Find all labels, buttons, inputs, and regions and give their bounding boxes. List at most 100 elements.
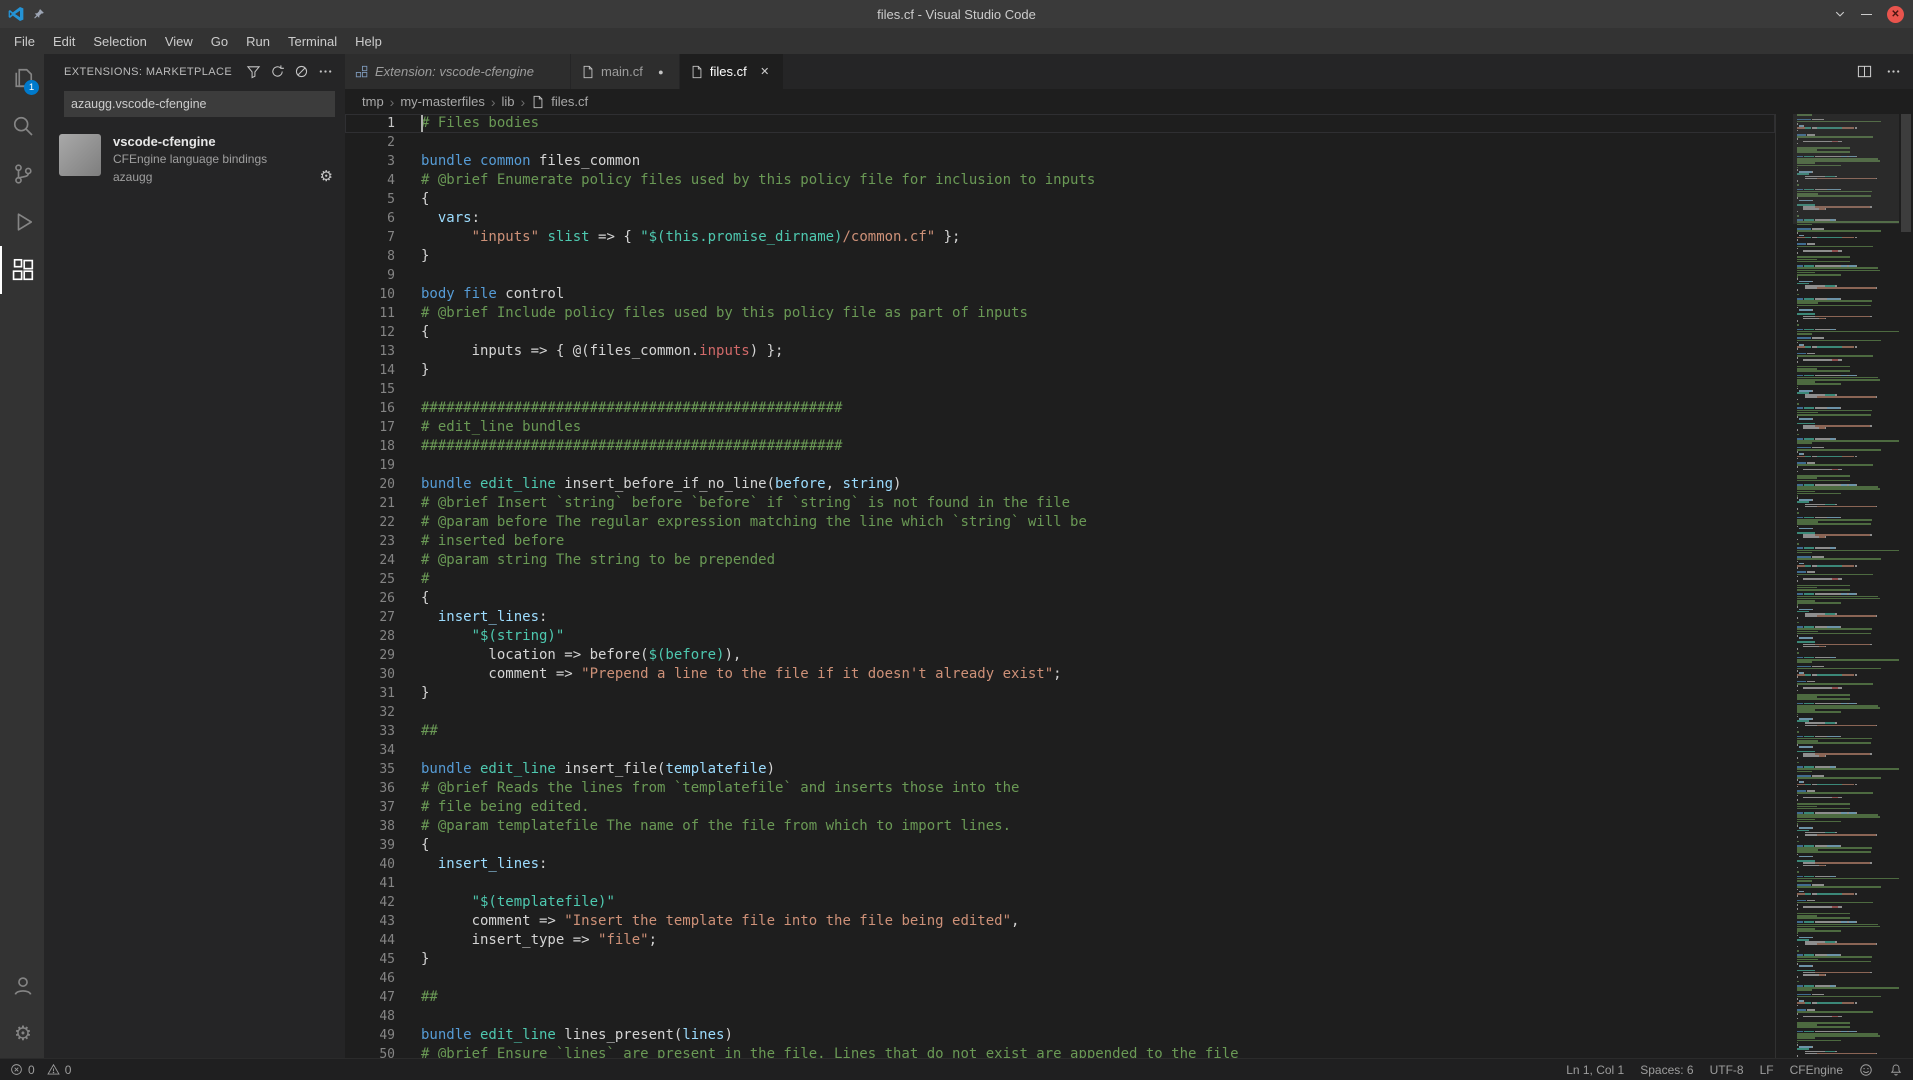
tab-files-cf[interactable]: files.cf✕ xyxy=(680,54,784,89)
minimap[interactable] xyxy=(1793,114,1899,1058)
code-line-10[interactable]: 10body file control xyxy=(345,285,1775,304)
code-line-13[interactable]: 13 inputs => { @(files_common.inputs) }; xyxy=(345,342,1775,361)
code-line-25[interactable]: 25# xyxy=(345,570,1775,589)
menu-file[interactable]: File xyxy=(5,28,44,54)
more-actions-icon[interactable] xyxy=(318,64,333,79)
breadcrumb-item-files-cf[interactable]: files.cf xyxy=(551,94,588,109)
code-line-21[interactable]: 21# @brief Insert `string` before `befor… xyxy=(345,494,1775,513)
menu-view[interactable]: View xyxy=(156,28,202,54)
extensions-search-input[interactable] xyxy=(71,97,328,111)
scrollbar-thumb[interactable] xyxy=(1901,114,1911,232)
menu-terminal[interactable]: Terminal xyxy=(279,28,346,54)
code-line-11[interactable]: 11# @brief Include policy files used by … xyxy=(345,304,1775,323)
code-line-24[interactable]: 24# @param string The string to be prepe… xyxy=(345,551,1775,570)
code-line-44[interactable]: 44 insert_type => "file"; xyxy=(345,931,1775,950)
code-line-22[interactable]: 22# @param before The regular expression… xyxy=(345,513,1775,532)
chevron-down-icon[interactable] xyxy=(1834,8,1846,20)
code-line-38[interactable]: 38# @param templatefile The name of the … xyxy=(345,817,1775,836)
code-line-33[interactable]: 33## xyxy=(345,722,1775,741)
code-line-37[interactable]: 37# file being edited. xyxy=(345,798,1775,817)
activity-extensions[interactable] xyxy=(0,246,44,294)
minimize-button[interactable] xyxy=(1861,14,1872,15)
code-line-18[interactable]: 18######################################… xyxy=(345,437,1775,456)
split-editor-icon[interactable] xyxy=(1857,64,1872,79)
activity-run-debug[interactable] xyxy=(0,198,44,246)
code-line-40[interactable]: 40 insert_lines: xyxy=(345,855,1775,874)
code-line-30[interactable]: 30 comment => "Prepend a line to the fil… xyxy=(345,665,1775,684)
extension-list-item[interactable]: vscode-cfengine CFEngine language bindin… xyxy=(44,125,345,193)
activity-search[interactable] xyxy=(0,102,44,150)
code-line-16[interactable]: 16######################################… xyxy=(345,399,1775,418)
manage-gear-icon[interactable]: ⚙ xyxy=(320,169,333,184)
notifications-bell-icon[interactable] xyxy=(1889,1063,1903,1077)
code-line-27[interactable]: 27 insert_lines: xyxy=(345,608,1775,627)
code-line-4[interactable]: 4# @brief Enumerate policy files used by… xyxy=(345,171,1775,190)
code-line-49[interactable]: 49bundle edit_line lines_present(lines) xyxy=(345,1026,1775,1045)
status-indentation[interactable]: Spaces: 6 xyxy=(1640,1063,1693,1077)
code-line-50[interactable]: 50# @brief Ensure `lines` are present in… xyxy=(345,1045,1775,1058)
menu-go[interactable]: Go xyxy=(202,28,237,54)
filter-icon[interactable] xyxy=(246,64,261,79)
line-content xyxy=(395,266,1775,285)
status-encoding[interactable]: UTF-8 xyxy=(1710,1063,1744,1077)
code-line-3[interactable]: 3bundle common files_common xyxy=(345,152,1775,171)
code-line-5[interactable]: 5{ xyxy=(345,190,1775,209)
code-line-42[interactable]: 42 "$(templatefile)" xyxy=(345,893,1775,912)
menu-help[interactable]: Help xyxy=(346,28,391,54)
minimap-slider[interactable] xyxy=(1793,114,1899,224)
line-number: 1 xyxy=(345,114,395,133)
activity-settings[interactable]: ⚙ xyxy=(0,1010,44,1058)
menu-edit[interactable]: Edit xyxy=(44,28,84,54)
code-line-47[interactable]: 47## xyxy=(345,988,1775,1007)
code-line-2[interactable]: 2 xyxy=(345,133,1775,152)
activity-explorer[interactable]: 1 xyxy=(0,54,44,102)
breadcrumb-item-tmp[interactable]: tmp xyxy=(362,94,384,109)
code-line-48[interactable]: 48 xyxy=(345,1007,1775,1026)
code-line-20[interactable]: 20bundle edit_line insert_before_if_no_l… xyxy=(345,475,1775,494)
code-line-28[interactable]: 28 "$(string)" xyxy=(345,627,1775,646)
code-line-46[interactable]: 46 xyxy=(345,969,1775,988)
extensions-sidebar: EXTENSIONS: MARKETPLACE xyxy=(44,54,345,1058)
problems-status[interactable]: 0 0 xyxy=(10,1063,78,1077)
code-line-29[interactable]: 29 location => before($(before)), xyxy=(345,646,1775,665)
code-line-8[interactable]: 8} xyxy=(345,247,1775,266)
feedback-smiley-icon[interactable] xyxy=(1859,1063,1873,1077)
code-line-45[interactable]: 45} xyxy=(345,950,1775,969)
code-line-7[interactable]: 7 "inputs" slist => { "$(this.promise_di… xyxy=(345,228,1775,247)
status-eol[interactable]: LF xyxy=(1760,1063,1774,1077)
menu-run[interactable]: Run xyxy=(237,28,279,54)
code-line-36[interactable]: 36# @brief Reads the lines from `templat… xyxy=(345,779,1775,798)
code-line-23[interactable]: 23# inserted before xyxy=(345,532,1775,551)
refresh-icon[interactable] xyxy=(270,64,285,79)
code-line-26[interactable]: 26{ xyxy=(345,589,1775,608)
code-line-35[interactable]: 35bundle edit_line insert_file(templatef… xyxy=(345,760,1775,779)
code-line-9[interactable]: 9 xyxy=(345,266,1775,285)
code-line-1[interactable]: 1# Files bodies xyxy=(345,114,1775,133)
code-line-14[interactable]: 14} xyxy=(345,361,1775,380)
code-line-19[interactable]: 19 xyxy=(345,456,1775,475)
tab-extension-vscode-cfengine[interactable]: Extension: vscode-cfengine xyxy=(345,54,571,89)
activity-source-control[interactable] xyxy=(0,150,44,198)
status-cursor-position[interactable]: Ln 1, Col 1 xyxy=(1566,1063,1624,1077)
status-language-mode[interactable]: CFEngine xyxy=(1790,1063,1843,1077)
breadcrumb-item-lib[interactable]: lib xyxy=(502,94,515,109)
line-content: # file being edited. xyxy=(395,798,1775,817)
close-tab-icon[interactable]: ✕ xyxy=(757,65,773,78)
code-line-15[interactable]: 15 xyxy=(345,380,1775,399)
tab-main-cf[interactable]: main.cf● xyxy=(571,54,680,89)
more-actions-icon[interactable] xyxy=(1886,64,1901,79)
breadcrumb-item-my-masterfiles[interactable]: my-masterfiles xyxy=(400,94,485,109)
code-line-34[interactable]: 34 xyxy=(345,741,1775,760)
close-button[interactable]: ✕ xyxy=(1887,6,1904,23)
code-line-31[interactable]: 31} xyxy=(345,684,1775,703)
code-line-39[interactable]: 39{ xyxy=(345,836,1775,855)
code-line-32[interactable]: 32 xyxy=(345,703,1775,722)
activity-account[interactable] xyxy=(0,962,44,1010)
menu-selection[interactable]: Selection xyxy=(84,28,155,54)
code-line-6[interactable]: 6 vars: xyxy=(345,209,1775,228)
code-line-41[interactable]: 41 xyxy=(345,874,1775,893)
code-line-17[interactable]: 17# edit_line bundles xyxy=(345,418,1775,437)
code-line-43[interactable]: 43 comment => "Insert the template file … xyxy=(345,912,1775,931)
clear-search-icon[interactable] xyxy=(294,64,309,79)
code-line-12[interactable]: 12{ xyxy=(345,323,1775,342)
